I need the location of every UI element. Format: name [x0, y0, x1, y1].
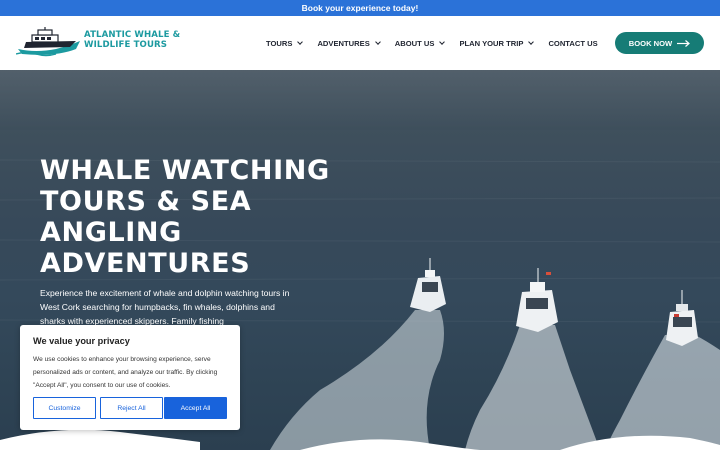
nav-item-plan-your-trip[interactable]: PLAN YOUR TRIP [459, 38, 535, 48]
book-now-label: BOOK NOW [628, 38, 673, 48]
cookie-customize-button[interactable]: Customize [33, 397, 96, 419]
nav-item-contact-us[interactable]: CONTACT US [548, 39, 597, 48]
logo-text: ATLANTIC WHALE & WILDLIFE TOURS [84, 30, 194, 50]
nav-item-label: ADVENTURES [317, 38, 370, 48]
hero-description: Experience the excitement of whale and d… [40, 288, 290, 326]
chevron-down-icon [439, 38, 446, 45]
nav-item-label: TOURS [266, 38, 293, 48]
boat-center-icon [516, 268, 558, 332]
nav-item-label: CONTACT US [548, 38, 598, 48]
logo-line-1: ATLANTIC WHALE & [84, 30, 181, 40]
chevron-down-icon [297, 38, 304, 45]
cookie-reject-all-button[interactable]: Reject All [100, 397, 163, 419]
cookie-text: We use cookies to enhance your browsing … [33, 356, 218, 389]
announcement-bar[interactable]: Book your experience today! [0, 0, 720, 16]
logo-line-2: WILDLIFE TOURS [84, 40, 168, 50]
book-now-button[interactable]: BOOK NOW [615, 32, 704, 54]
cookie-accept-all-button[interactable]: Accept All [164, 397, 227, 419]
hero-title-line-1: WHALE WATCHING [40, 155, 330, 186]
chevron-down-icon [528, 38, 535, 45]
hero-title-line-2: TOURS & SEA [40, 186, 252, 217]
cookie-title: We value your privacy [33, 336, 130, 346]
main-nav: TOURS ADVENTURES ABOUT US PLAN YOUR TRIP… [266, 16, 613, 70]
boat-right-icon [666, 290, 698, 346]
chevron-down-icon [374, 38, 381, 45]
nav-item-about-us[interactable]: ABOUT US [394, 38, 446, 48]
boat-left-icon [410, 258, 446, 312]
nav-item-label: PLAN YOUR TRIP [459, 38, 524, 48]
hero-title-line-3: ANGLING [40, 217, 182, 248]
nav-item-tours[interactable]: TOURS [266, 38, 304, 48]
hero-title-line-4: ADVENTURES [40, 248, 251, 279]
site-header: ATLANTIC WHALE & WILDLIFE TOURS TOURS AD… [0, 16, 720, 70]
nav-item-label: ABOUT US [394, 38, 435, 48]
announcement-text[interactable]: Book your experience today! [302, 3, 419, 13]
cookie-consent-banner: We value your privacy We use cookies to … [20, 325, 240, 430]
arrow-right-icon [677, 39, 691, 47]
nav-item-adventures[interactable]: ADVENTURES [317, 38, 381, 48]
hero-title: WHALE WATCHING TOURS & SEA ANGLING ADVEN… [40, 155, 330, 279]
boat-logo-icon [16, 27, 80, 57]
site-logo[interactable]: ATLANTIC WHALE & WILDLIFE TOURS [16, 25, 192, 61]
